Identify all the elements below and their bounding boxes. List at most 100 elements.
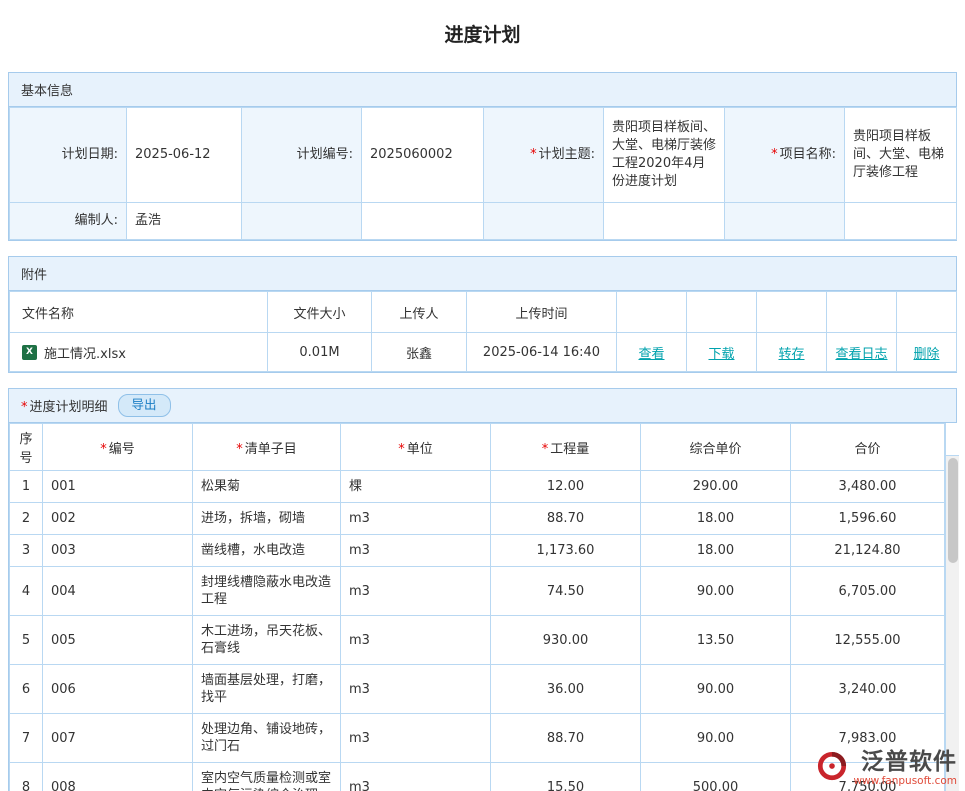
page-title: 进度计划 [0,0,965,72]
detail-cell-seq: 1 [10,471,43,503]
detail-cell-unit-price: 90.00 [641,714,791,763]
detail-cell-unit: m3 [341,763,491,791]
attachment-row: X 施工情况.xlsx 0.01M 张鑫 2025-06-14 16:40 查看… [10,333,957,372]
detail-row: 6 006 墙面基层处理，打磨，找平 m3 36.00 90.00 3,240.… [10,665,945,714]
detail-cell-total: 6,705.00 [791,567,945,616]
schedule-detail-section-title: 进度计划明细 [30,400,108,415]
plan-date-value: 2025-06-12 [127,108,242,203]
detail-cell-total: 21,124.80 [791,535,945,567]
required-mark: * [771,147,778,162]
detail-cell-total: 1,596.60 [791,503,945,535]
detail-cell-item: 进场，拆墙，砌墙 [193,503,341,535]
detail-scrollbar[interactable] [945,423,959,791]
detail-cell-quantity: 88.70 [491,714,641,763]
file-name-header: 文件名称 [10,292,268,333]
detail-cell-unit-price: 90.00 [641,665,791,714]
detail-cell-code: 007 [43,714,193,763]
detail-cell-code: 003 [43,535,193,567]
uploader-header: 上传人 [372,292,467,333]
detail-cell-total: 3,480.00 [791,471,945,503]
view-cell: 查看 [617,333,687,372]
schedule-detail-section-header: *进度计划明细 导出 [9,389,956,423]
transfer-cell: 转存 [757,333,827,372]
detail-cell-seq: 5 [10,616,43,665]
detail-cell-unit: m3 [341,503,491,535]
detail-cell-seq: 4 [10,567,43,616]
detail-row: 1 001 松果菊 棵 12.00 290.00 3,480.00 [10,471,945,503]
detail-cell-item: 处理边角、铺设地砖，过门石 [193,714,341,763]
detail-cell-unit: m3 [341,535,491,567]
schedule-detail-table: 序号 *编号 *清单子目 *单位 *工程量 综合单价 合价 1 001 松果菊 … [9,423,945,791]
detail-cell-quantity: 12.00 [491,471,641,503]
transfer-link[interactable]: 转存 [778,347,804,362]
empty-cell [362,203,484,240]
detail-cell-code: 005 [43,616,193,665]
download-link[interactable]: 下载 [708,347,734,362]
empty-cell [845,203,957,240]
detail-cell-unit-price: 500.00 [641,763,791,791]
scrollbar-header-filler [946,423,959,456]
detail-cell-item: 木工进场，吊天花板、石膏线 [193,616,341,665]
empty-cell [687,292,757,333]
export-button[interactable]: 导出 [118,394,171,417]
view-log-link[interactable]: 查看日志 [835,347,887,362]
file-name: 施工情况.xlsx [44,343,126,362]
delete-link[interactable]: 删除 [913,347,939,362]
total-header: 合价 [791,424,945,471]
detail-cell-code: 008 [43,763,193,791]
required-mark: * [21,400,28,415]
scrollbar-thumb[interactable] [948,458,958,563]
detail-cell-total: 3,240.00 [791,665,945,714]
plan-subject-label: *计划主题: [484,108,604,203]
view-link[interactable]: 查看 [638,347,664,362]
detail-cell-quantity: 36.00 [491,665,641,714]
plan-no-value: 2025060002 [362,108,484,203]
watermark-brand: 泛普软件 [861,749,957,775]
required-mark: * [236,442,243,457]
uploader-cell: 张鑫 [372,333,467,372]
basic-info-table: 计划日期: 2025-06-12 计划编号: 2025060002 *计划主题:… [9,107,957,240]
progress-plan-page: 进度计划 基本信息 计划日期: 2025-06-12 计划编号: 2025060… [0,0,965,791]
empty-cell [757,292,827,333]
basic-info-section: 基本信息 计划日期: 2025-06-12 计划编号: 2025060002 *… [8,72,957,241]
code-header: *编号 [43,424,193,471]
detail-cell-unit: m3 [341,567,491,616]
detail-row: 7 007 处理边角、铺设地砖，过门石 m3 88.70 90.00 7,983… [10,714,945,763]
scrollbar-track[interactable] [946,456,959,791]
fanpu-logo-icon [817,751,847,785]
detail-cell-unit: m3 [341,616,491,665]
detail-cell-unit: 棵 [341,471,491,503]
required-mark: * [530,147,537,162]
detail-row: 2 002 进场，拆墙，砌墙 m3 88.70 18.00 1,596.60 [10,503,945,535]
detail-cell-unit: m3 [341,665,491,714]
detail-cell-item: 松果菊 [193,471,341,503]
creator-label: 编制人: [10,203,127,240]
empty-cell [242,203,362,240]
detail-cell-unit-price: 18.00 [641,503,791,535]
upload-time-header: 上传时间 [467,292,617,333]
detail-cell-unit-price: 13.50 [641,616,791,665]
detail-cell-item: 室内空气质量检测或室内空气污染综合治理; [193,763,341,791]
download-cell: 下载 [687,333,757,372]
empty-cell [897,292,957,333]
detail-cell-quantity: 930.00 [491,616,641,665]
creator-value: 孟浩 [127,203,242,240]
upload-time-cell: 2025-06-14 16:40 [467,333,617,372]
detail-cell-total: 12,555.00 [791,616,945,665]
unit-price-header: 综合单价 [641,424,791,471]
required-mark: * [398,442,405,457]
empty-cell [484,203,604,240]
detail-cell-quantity: 88.70 [491,503,641,535]
detail-cell-unit-price: 90.00 [641,567,791,616]
detail-cell-code: 002 [43,503,193,535]
detail-cell-item: 墙面基层处理，打磨，找平 [193,665,341,714]
attachments-section-title: 附件 [21,264,47,283]
basic-info-section-header: 基本信息 [9,73,956,107]
basic-info-section-title: 基本信息 [21,80,73,99]
watermark-url: www.fanpusoft.com [853,775,957,787]
attachments-table: 文件名称 文件大小 上传人 上传时间 X 施工情况.xlsx 0.01M [9,291,957,372]
detail-cell-item: 封埋线槽隐蔽水电改造工程 [193,567,341,616]
detail-cell-seq: 6 [10,665,43,714]
detail-cell-quantity: 15.50 [491,763,641,791]
delete-cell: 删除 [897,333,957,372]
